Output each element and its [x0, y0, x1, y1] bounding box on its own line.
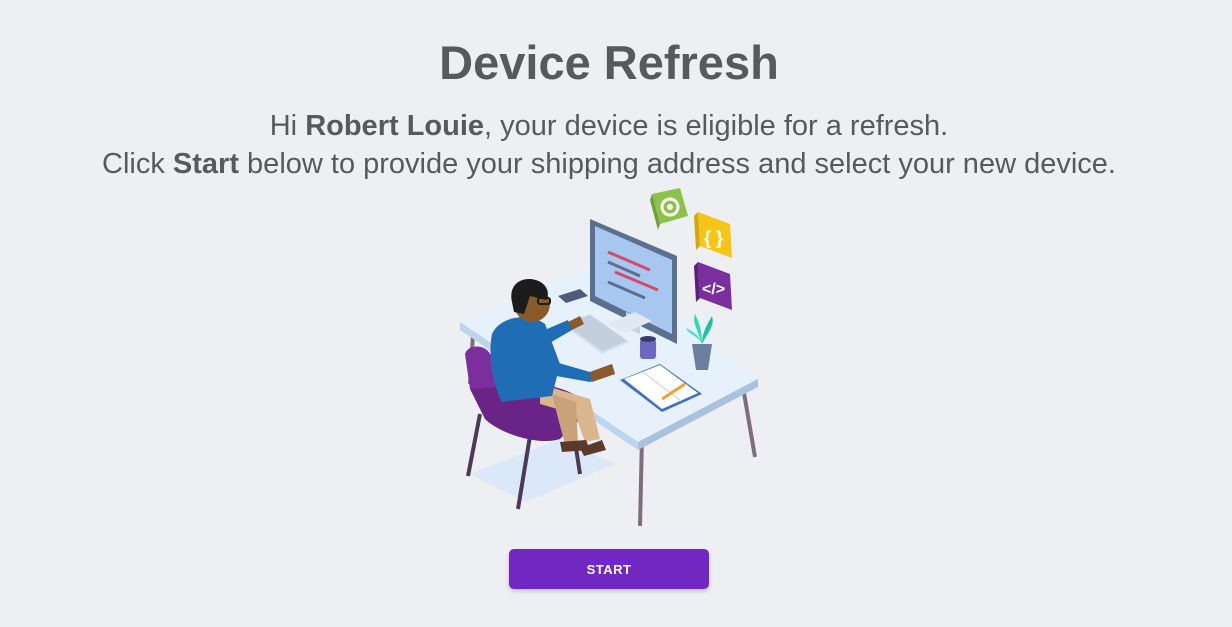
greeting-prefix: Hi [269, 110, 306, 142]
instruction-suffix: below to provide your shipping address a… [239, 148, 1116, 180]
svg-text:</>: </> [702, 281, 725, 298]
page-title: Device Refresh [439, 36, 779, 89]
instruction-line: Click Start below to provide your shippi… [0, 145, 1218, 183]
greeting-line: Hi Robert Louie, your device is eligible… [0, 107, 1218, 145]
device-refresh-page: Device Refresh Hi Robert Louie, your dev… [0, 0, 1232, 627]
greeting-suffix: , your device is eligible for a refresh. [484, 110, 949, 142]
person-working-at-desk-illustration: { } </> [460, 188, 758, 527]
start-button[interactable]: START [509, 549, 709, 589]
instruction-prefix: Click [102, 148, 173, 180]
svg-text:{ }: { } [704, 228, 723, 248]
user-name: Robert Louie [305, 110, 485, 142]
start-emphasis: Start [172, 148, 239, 180]
